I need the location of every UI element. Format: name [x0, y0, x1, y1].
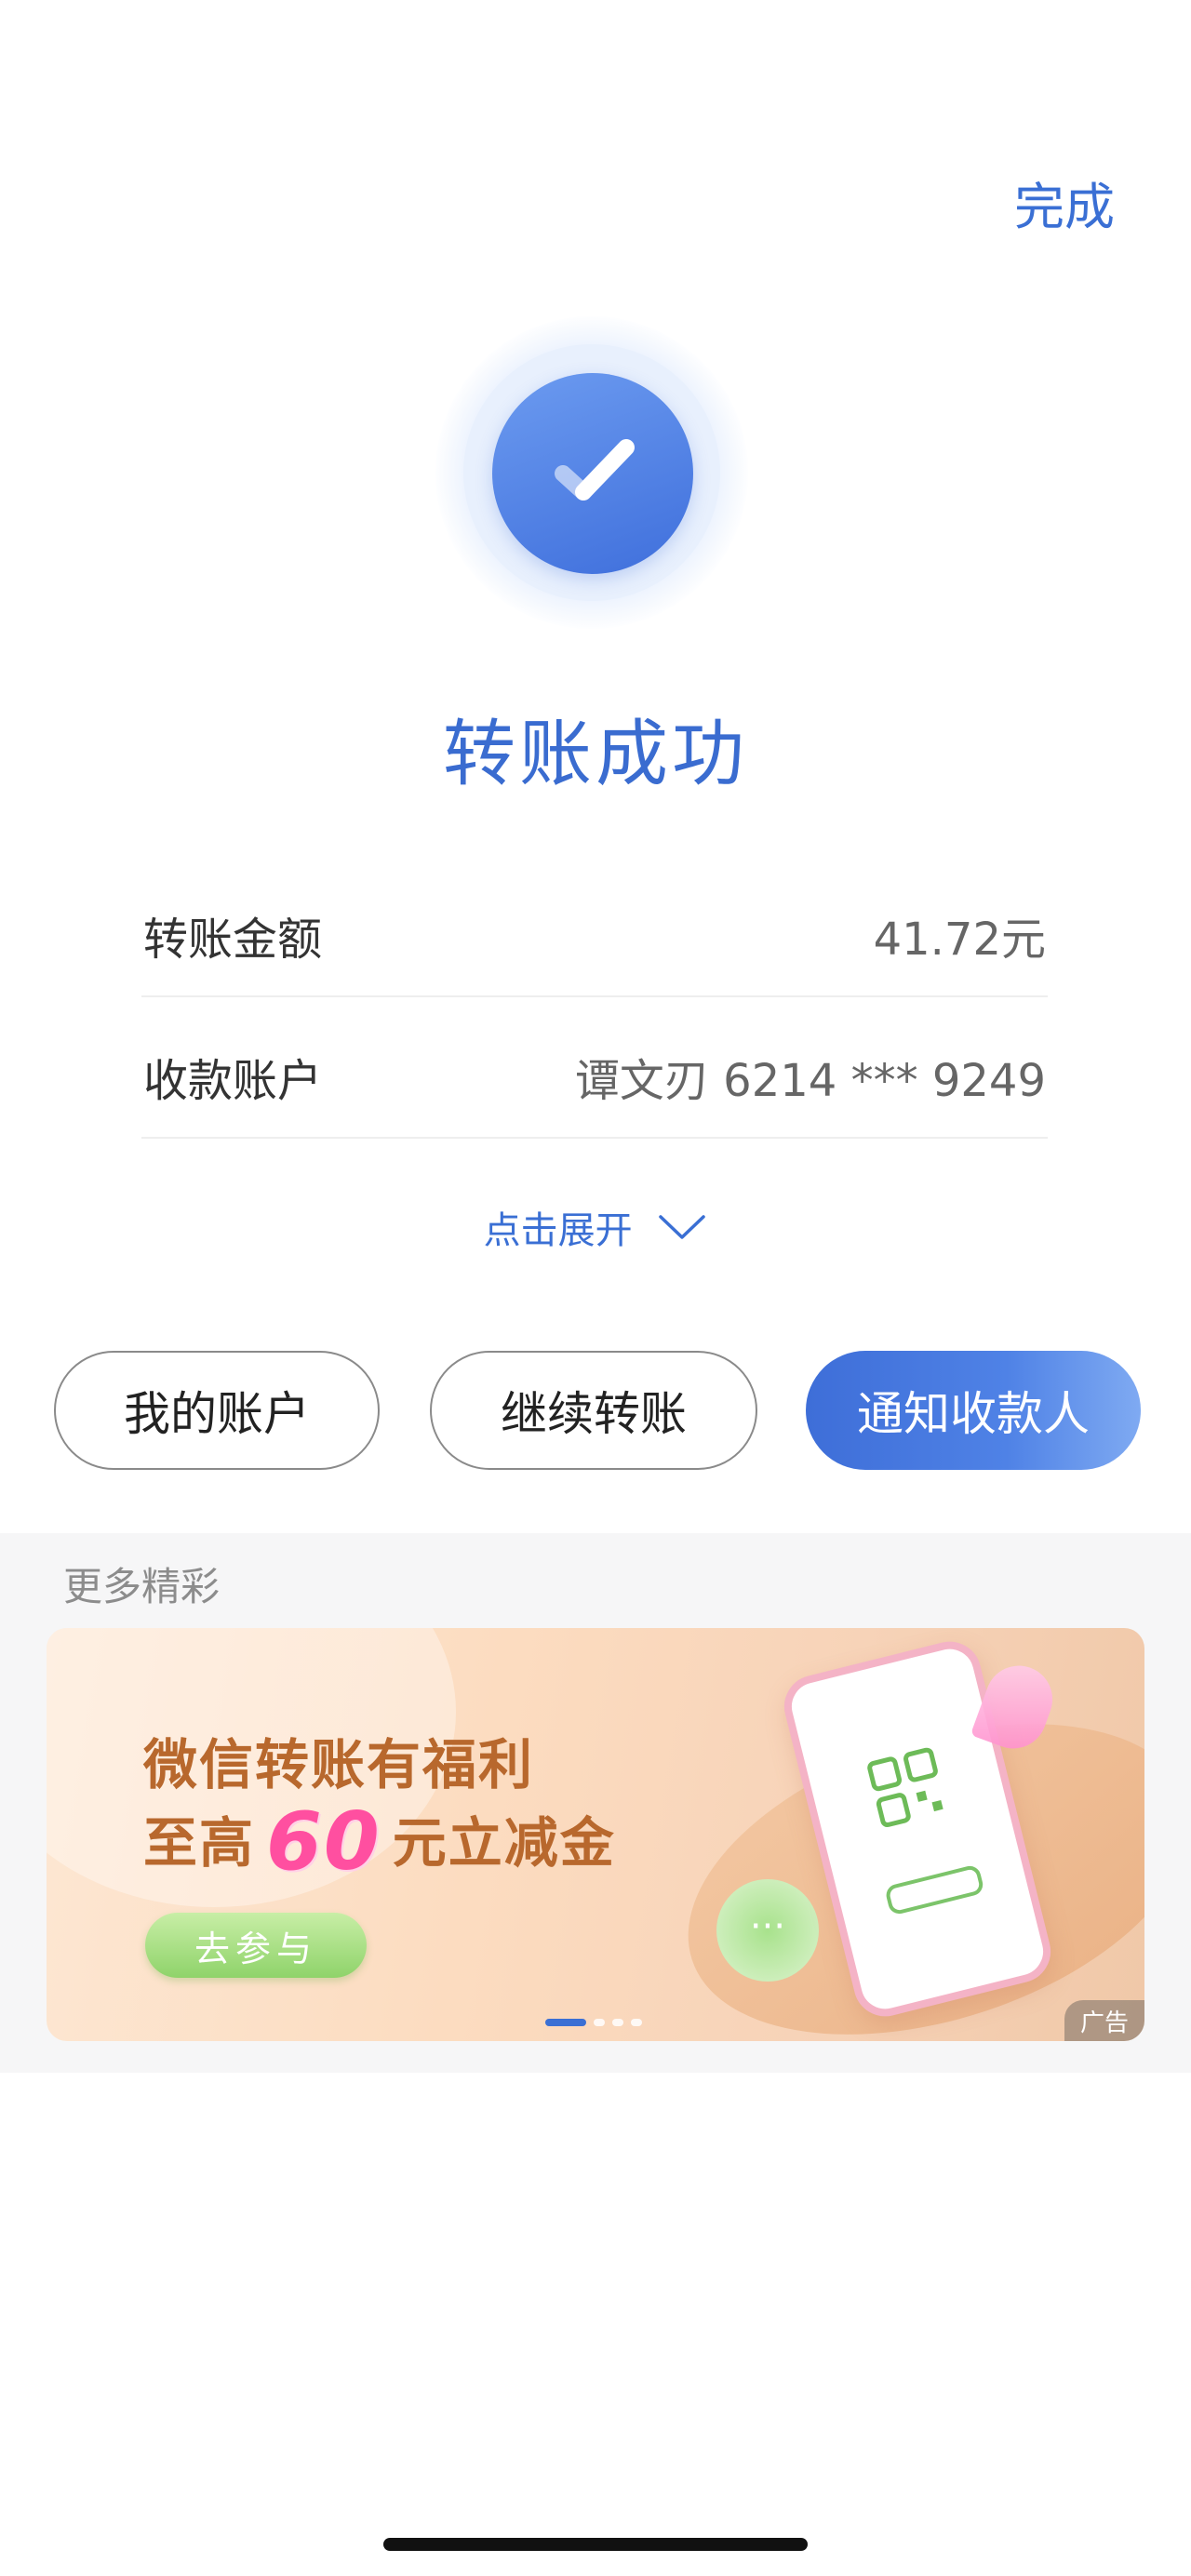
continue-transfer-button[interactable]: 继续转账 [430, 1351, 757, 1470]
my-account-button[interactable]: 我的账户 [54, 1351, 380, 1470]
qr-code-icon [867, 1747, 943, 1828]
check-circle-icon [492, 373, 693, 574]
notify-payee-button[interactable]: 通知收款人 [806, 1351, 1141, 1470]
chat-bubble-icon: ··· [716, 1879, 819, 1982]
banner-prefix: 至高 [143, 1811, 256, 1875]
carousel-dot [612, 2019, 623, 2026]
banner-suffix: 元立减金 [392, 1811, 616, 1875]
done-button[interactable]: 完成 [1014, 166, 1115, 239]
payee-account-row: 收款账户 谭文刃 6214 *** 9249 [141, 995, 1048, 1139]
amount-value: 41.72元 [873, 914, 1046, 966]
payee-account-label: 收款账户 [143, 1055, 323, 1107]
expand-details-button[interactable]: 点击展开 [0, 1200, 1191, 1254]
carousel-dot [631, 2019, 642, 2026]
amount-row: 转账金额 41.72元 [141, 854, 1048, 997]
ad-tag: 广告 [1064, 2000, 1144, 2041]
banner-subheadline: 至高 60 元立减金 [143, 1795, 616, 1889]
amount-label: 转账金额 [143, 914, 323, 966]
more-section-title: 更多精彩 [63, 1564, 221, 1609]
carousel-dot-active [545, 2019, 586, 2026]
chat-bubble-dots: ··· [749, 1905, 786, 1948]
carousel-dot [594, 2019, 605, 2026]
transfer-success-title: 转账成功 [442, 713, 748, 796]
payee-account-value: 谭文刃 6214 *** 9249 [574, 1055, 1046, 1107]
expand-label: 点击展开 [483, 1209, 633, 1252]
chevron-down-icon [659, 1215, 706, 1239]
join-button[interactable]: 去参与 [145, 1913, 367, 1978]
home-indicator[interactable] [383, 2538, 808, 2551]
phone-bar [884, 1863, 985, 1916]
banner-amount: 60 [266, 1795, 381, 1889]
promo-banner[interactable]: 微信转账有福利 至高 60 元立减金 去参与 ··· 广告 [47, 1628, 1144, 2041]
banner-headline: 微信转账有福利 [143, 1733, 535, 1796]
